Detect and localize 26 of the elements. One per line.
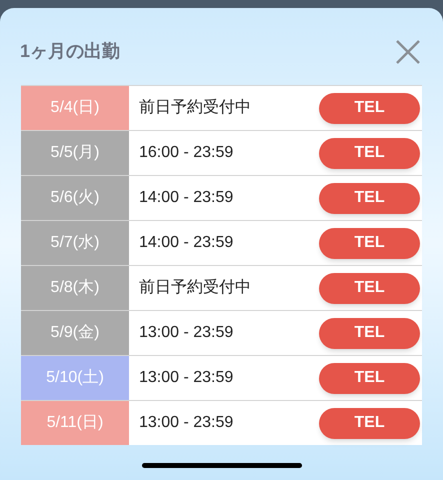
hours-cell-text: 14:00 - 23:59 xyxy=(138,233,234,253)
hours-cell-text: 前日予約受付中 xyxy=(138,278,252,298)
hours-cell-text: 16:00 - 23:59 xyxy=(138,143,234,163)
date-cell: 5/10(土) xyxy=(21,356,129,400)
date-cell: 5/5(月) xyxy=(21,131,129,175)
tel-button[interactable]: TEL xyxy=(319,408,420,438)
date-cell: 5/6(火) xyxy=(21,176,129,220)
hours-cell-text: 13:00 - 23:59 xyxy=(138,368,234,388)
date-cell: 5/4(日) xyxy=(21,86,129,130)
hours-cell-text: 前日予約受付中 xyxy=(138,98,252,118)
hours-cell-text: 13:00 - 23:59 xyxy=(138,323,234,343)
tel-button[interactable]: TEL xyxy=(319,92,420,124)
date-cell: 5/11(日) xyxy=(21,401,129,445)
tel-button[interactable]: TEL xyxy=(319,138,420,168)
hours-cell-text: 14:00 - 23:59 xyxy=(138,188,234,208)
tel-button[interactable]: TEL xyxy=(319,182,420,214)
date-cell: 5/7(水) xyxy=(21,221,129,265)
tel-button[interactable]: TEL xyxy=(319,272,420,304)
close-icon[interactable] xyxy=(395,38,421,64)
tel-button[interactable]: TEL xyxy=(319,228,420,258)
hours-cell-text: 13:00 - 23:59 xyxy=(138,413,234,433)
popup-title: 1ヶ月の出勤 xyxy=(20,40,120,63)
tel-button[interactable]: TEL xyxy=(319,362,420,394)
date-cell: 5/9(金) xyxy=(21,311,129,355)
tel-button[interactable]: TEL xyxy=(319,318,420,348)
date-cell: 5/8(木) xyxy=(21,266,129,310)
